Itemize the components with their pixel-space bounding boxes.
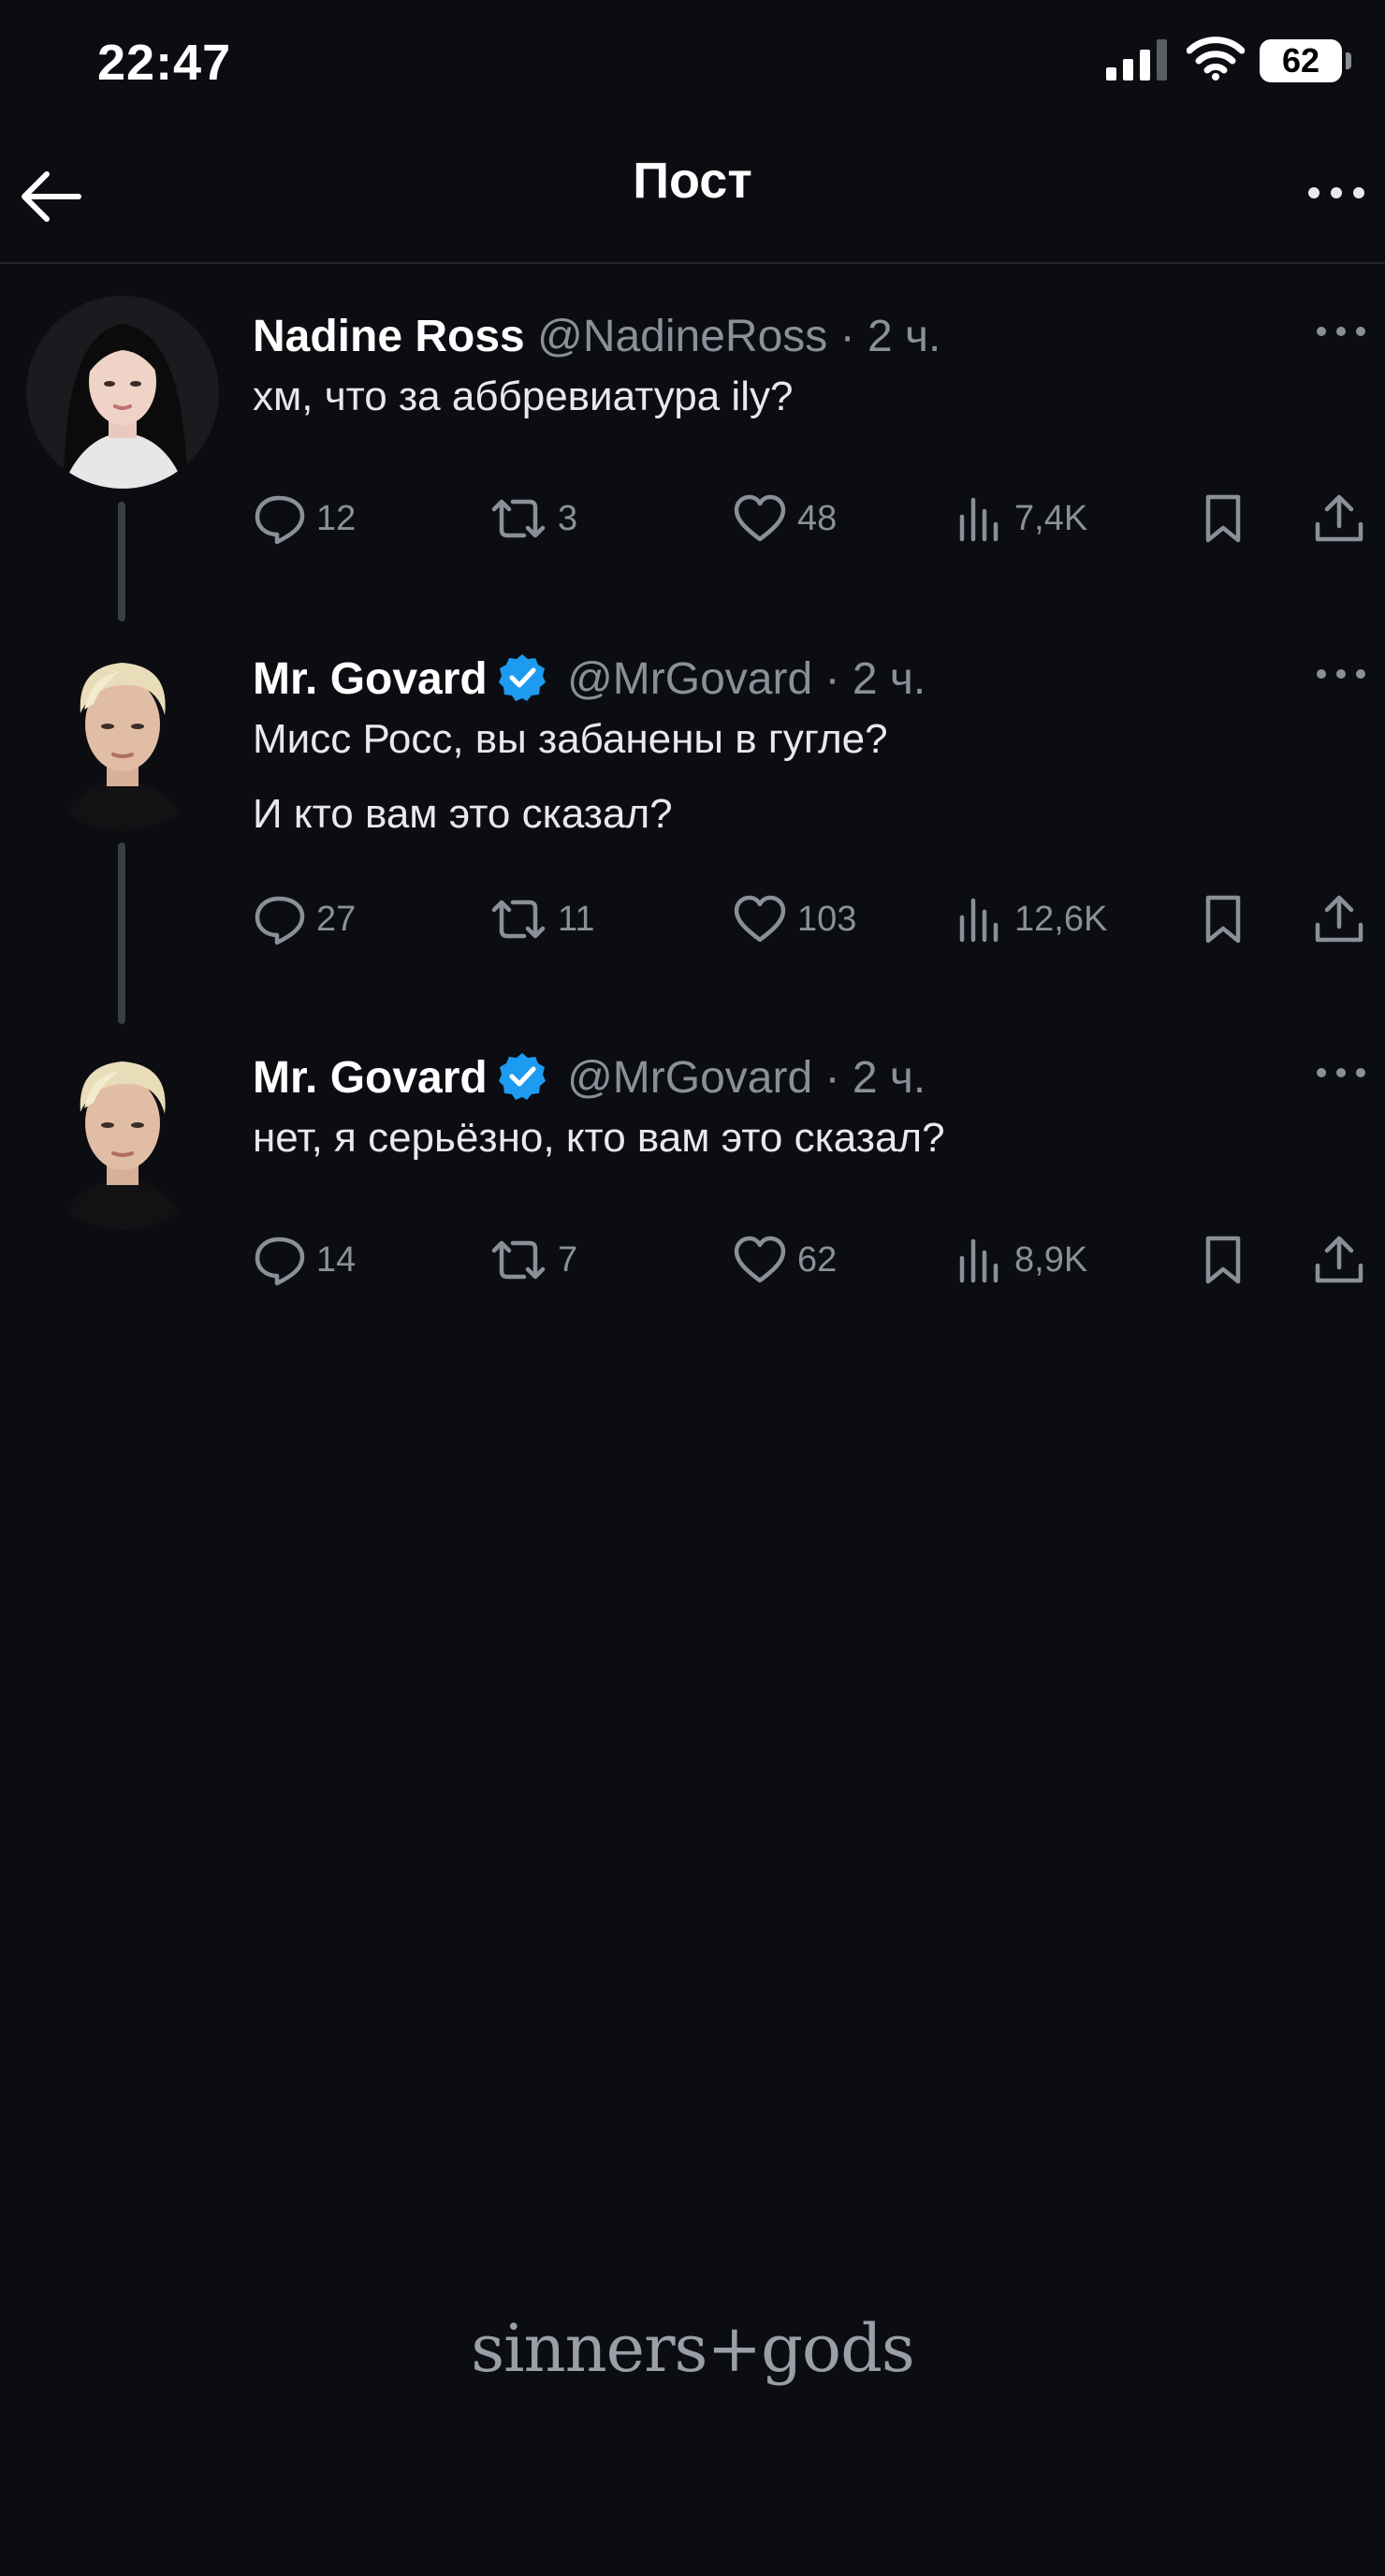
post-more-button[interactable] <box>1308 655 1374 693</box>
author-name[interactable]: Mr. Govard <box>253 654 488 704</box>
verified-badge-icon <box>498 1053 546 1100</box>
bookmark-button[interactable] <box>1200 891 1256 947</box>
share-button[interactable] <box>1312 490 1376 547</box>
reply-count: 27 <box>316 899 357 939</box>
views-button[interactable]: 12,6K <box>956 891 1107 947</box>
views-count: 7,4K <box>1014 498 1088 538</box>
author-handle[interactable]: @MrGovard <box>567 654 812 704</box>
post-actions: 27 11 103 12,6K <box>253 891 1376 947</box>
repost-button[interactable]: 7 <box>488 1232 577 1288</box>
post-header: Mr. Govard @MrGovard · 2 ч. <box>253 651 926 708</box>
author-name[interactable]: Nadine Ross <box>253 312 525 361</box>
repost-button[interactable]: 3 <box>488 490 577 547</box>
repost-icon <box>491 900 546 939</box>
verified-badge-icon <box>498 654 546 701</box>
thread-line <box>118 502 125 622</box>
repost-icon <box>491 499 546 538</box>
views-count: 8,9K <box>1014 1239 1088 1280</box>
more-horizontal-icon <box>1317 1068 1365 1077</box>
repost-count: 7 <box>558 1239 578 1280</box>
post-text-line: Мисс Росс, вы забанены в гугле? <box>253 716 888 762</box>
author-name[interactable]: Mr. Govard <box>253 1053 488 1103</box>
like-count: 103 <box>797 899 857 939</box>
watermark-text: sinners+gods <box>471 2310 915 2387</box>
repost-icon <box>491 1240 546 1280</box>
page-title: Пост <box>633 153 752 209</box>
more-horizontal-icon <box>1317 669 1365 679</box>
more-options-button[interactable] <box>1299 165 1374 221</box>
reply-button[interactable]: 14 <box>253 1232 356 1288</box>
post-more-button[interactable] <box>1308 313 1374 350</box>
more-horizontal-icon <box>1317 327 1365 336</box>
reply-count: 12 <box>316 498 357 538</box>
repost-button[interactable]: 11 <box>488 891 594 947</box>
repost-count: 11 <box>558 899 595 939</box>
post-time[interactable]: 2 ч. <box>853 654 926 704</box>
reply-button[interactable]: 27 <box>253 891 356 947</box>
views-count: 12,6K <box>1014 899 1108 939</box>
share-button[interactable] <box>1312 1232 1376 1288</box>
share-icon <box>1315 895 1363 943</box>
post-text: хм, что за аббревиатура ily? <box>253 359 793 434</box>
views-button[interactable]: 8,9K <box>956 1232 1087 1288</box>
post-text: нет, я серьёзно, кто вам это сказал? <box>253 1101 945 1176</box>
bookmark-icon <box>1205 494 1241 543</box>
views-icon <box>959 898 999 943</box>
like-button[interactable]: 48 <box>732 490 837 547</box>
avatar[interactable] <box>26 1037 219 1230</box>
like-button[interactable]: 62 <box>732 1232 837 1288</box>
bookmark-button[interactable] <box>1200 1232 1256 1288</box>
post-more-button[interactable] <box>1308 1054 1374 1091</box>
bookmark-icon <box>1205 895 1241 944</box>
author-handle[interactable]: @MrGovard <box>567 1053 812 1103</box>
repost-count: 3 <box>558 498 578 538</box>
share-button[interactable] <box>1312 891 1376 947</box>
author-handle[interactable]: @NadineRoss <box>537 312 827 361</box>
reply-count: 14 <box>316 1239 357 1280</box>
post-header: Nadine Ross @NadineRoss · 2 ч. <box>253 309 940 365</box>
reply-button[interactable]: 12 <box>253 490 356 547</box>
post-time[interactable]: 2 ч. <box>853 1053 926 1103</box>
post-text: Мисс Росс, вы забанены в гугле? И кто ва… <box>253 702 888 852</box>
like-count: 62 <box>797 1239 838 1280</box>
thread-line <box>118 842 125 1024</box>
reply-icon <box>255 1237 305 1286</box>
views-icon <box>959 497 999 542</box>
separator-dot: · <box>824 1053 840 1103</box>
heart-icon <box>734 494 786 542</box>
bookmark-icon <box>1205 1236 1241 1284</box>
avatar[interactable] <box>26 638 219 831</box>
bookmark-button[interactable] <box>1200 490 1256 547</box>
status-bar: 22:47 62 <box>0 0 1385 131</box>
more-horizontal-icon <box>1308 187 1364 198</box>
share-icon <box>1315 1236 1363 1283</box>
battery-cap <box>1346 52 1351 69</box>
signal-icon <box>1106 39 1170 85</box>
post-actions: 14 7 62 8,9K <box>253 1232 1376 1288</box>
post-header: Mr. Govard @MrGovard · 2 ч. <box>253 1050 926 1106</box>
separator-dot: · <box>839 312 855 361</box>
like-button[interactable]: 103 <box>732 891 856 947</box>
post-text-line: нет, я серьёзно, кто вам это сказал? <box>253 1115 945 1161</box>
top-bar: Пост <box>0 131 1385 264</box>
like-count: 48 <box>797 498 838 538</box>
post-time[interactable]: 2 ч. <box>867 312 940 361</box>
post-text-line: И кто вам это сказал? <box>253 791 673 837</box>
heart-icon <box>734 1236 786 1283</box>
reply-icon <box>255 896 305 945</box>
reply-icon <box>255 495 305 545</box>
wifi-icon <box>1186 36 1246 85</box>
heart-icon <box>734 895 786 943</box>
battery-icon: 62 <box>1260 39 1342 82</box>
post-text-line: хм, что за аббревиатура ily? <box>253 373 794 419</box>
views-icon <box>959 1238 999 1283</box>
views-button[interactable]: 7,4K <box>956 490 1087 547</box>
status-time: 22:47 <box>97 35 232 91</box>
avatar[interactable] <box>26 296 219 489</box>
post-actions: 12 3 48 7,4K <box>253 490 1376 547</box>
separator-dot: · <box>824 654 840 704</box>
share-icon <box>1315 494 1363 542</box>
